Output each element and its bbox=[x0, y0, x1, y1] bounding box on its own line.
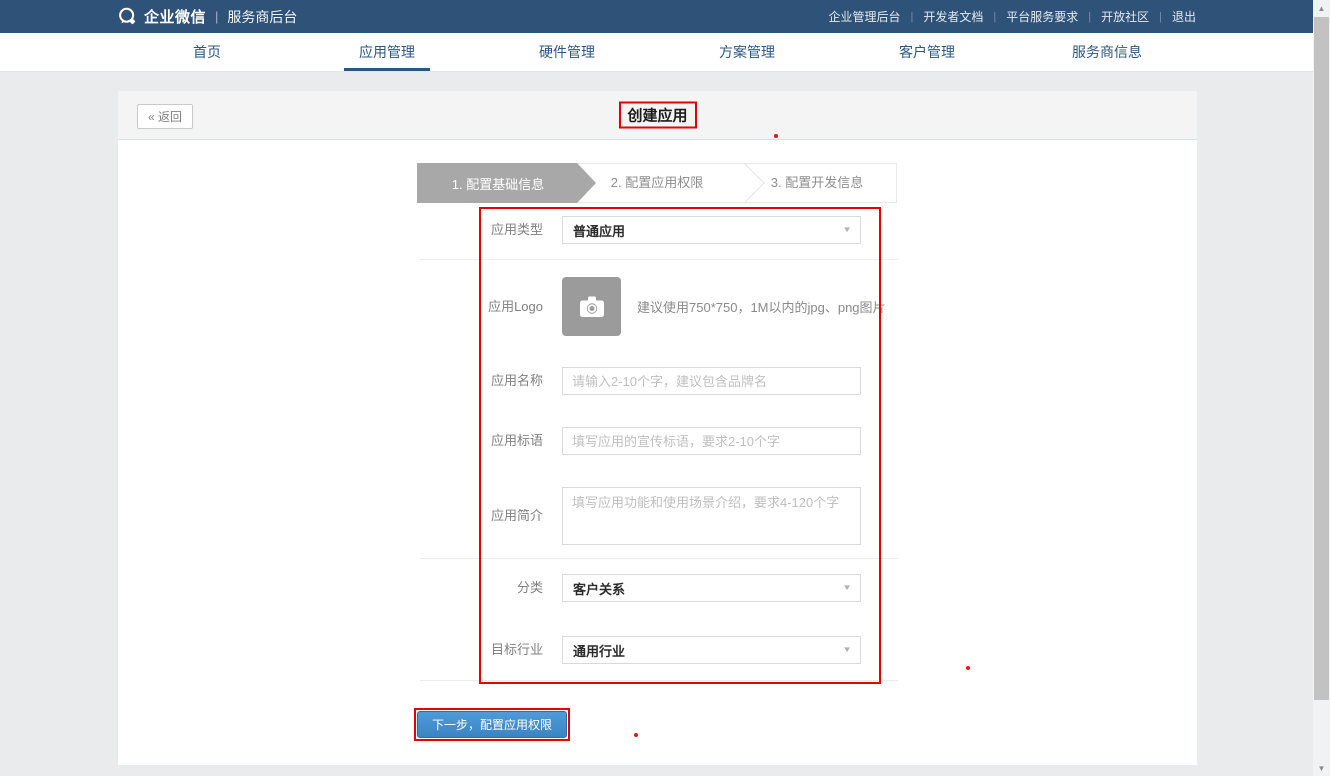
app-type-select[interactable]: 普通应用 ▼ bbox=[562, 216, 861, 244]
topbar-link-community[interactable]: 开放社区 bbox=[1101, 8, 1149, 25]
button-annotation-box: 下一步，配置应用权限 bbox=[414, 708, 570, 741]
nav-tabs: 首页 应用管理 硬件管理 方案管理 客户管理 服务商信息 bbox=[117, 33, 1197, 71]
create-app-card: « 返回 创建应用 1. 配置基础信息 2. 配置应用权限 3. 配置开发信息 … bbox=[118, 91, 1197, 765]
tab-home[interactable]: 首页 bbox=[117, 33, 297, 71]
wechat-work-logo-icon bbox=[117, 7, 138, 26]
logo-upload-button[interactable] bbox=[562, 277, 621, 336]
step-wizard: 1. 配置基础信息 2. 配置应用权限 3. 配置开发信息 bbox=[417, 163, 897, 203]
chevron-down-icon: ▼ bbox=[842, 584, 852, 593]
card-header: « 返回 创建应用 bbox=[118, 91, 1197, 140]
category-value: 客户关系 bbox=[573, 579, 625, 598]
app-type-value: 普通应用 bbox=[573, 221, 625, 240]
page-content: « 返回 创建应用 1. 配置基础信息 2. 配置应用权限 3. 配置开发信息 … bbox=[0, 72, 1313, 776]
app-name-input[interactable] bbox=[562, 367, 861, 395]
topbar-link-separator: | bbox=[993, 11, 996, 23]
tab-app-management[interactable]: 应用管理 bbox=[297, 33, 477, 71]
wizard-step-app-permissions: 2. 配置应用权限 bbox=[577, 163, 737, 203]
portal-name: 服务商后台 bbox=[227, 7, 297, 27]
tab-customer-management[interactable]: 客户管理 bbox=[837, 33, 1017, 71]
slogan-label: 应用标语 bbox=[343, 427, 543, 455]
logo-hint-text: 建议使用750*750，1M以内的jpg、png图片 bbox=[637, 277, 886, 336]
back-button[interactable]: « 返回 bbox=[137, 104, 193, 129]
red-annotation-dot bbox=[966, 666, 970, 670]
tab-label: 硬件管理 bbox=[539, 42, 595, 62]
topbar-link-separator: | bbox=[1088, 11, 1091, 23]
category-select[interactable]: 客户关系 ▼ bbox=[562, 574, 861, 602]
row-divider bbox=[420, 558, 898, 559]
tab-solution-management[interactable]: 方案管理 bbox=[657, 33, 837, 71]
intro-label: 应用简介 bbox=[343, 487, 543, 545]
scroll-down-arrow-icon[interactable]: ▼ bbox=[1313, 760, 1330, 776]
app-name-label: 应用名称 bbox=[343, 367, 543, 395]
camera-icon bbox=[578, 294, 606, 320]
vertical-scrollbar[interactable]: ▲ ▼ bbox=[1313, 0, 1330, 776]
topbar-link-separator: | bbox=[911, 11, 914, 23]
topbar-links: 企业管理后台 | 开发者文档 | 平台服务要求 | 开放社区 | 退出 bbox=[828, 8, 1196, 25]
main-nav: 首页 应用管理 硬件管理 方案管理 客户管理 服务商信息 bbox=[0, 33, 1313, 72]
chevron-down-icon: ▼ bbox=[842, 226, 852, 235]
app-type-label: 应用类型 bbox=[343, 216, 543, 244]
chevron-down-icon: ▼ bbox=[842, 646, 852, 655]
row-divider bbox=[420, 680, 898, 681]
scrollbar-thumb[interactable] bbox=[1314, 17, 1329, 700]
tab-hardware-management[interactable]: 硬件管理 bbox=[477, 33, 657, 71]
brand-separator: | bbox=[215, 9, 218, 24]
topbar-link-logout[interactable]: 退出 bbox=[1172, 8, 1196, 25]
red-annotation-dot bbox=[634, 733, 638, 737]
topbar-link-dev-docs[interactable]: 开发者文档 bbox=[923, 8, 983, 25]
row-divider bbox=[420, 259, 898, 260]
tab-provider-info[interactable]: 服务商信息 bbox=[1017, 33, 1197, 71]
industry-label: 目标行业 bbox=[343, 636, 543, 664]
topbar: 企业微信 | 服务商后台 企业管理后台 | 开发者文档 | 平台服务要求 | 开… bbox=[0, 0, 1313, 33]
active-tab-underline bbox=[344, 68, 430, 71]
title-annotation-box: 创建应用 bbox=[618, 102, 696, 129]
next-step-button[interactable]: 下一步，配置应用权限 bbox=[417, 711, 567, 738]
app-logo-label: 应用Logo bbox=[343, 277, 543, 336]
topbar-link-admin[interactable]: 企业管理后台 bbox=[828, 8, 900, 25]
tab-label: 方案管理 bbox=[719, 42, 775, 62]
tab-label: 首页 bbox=[193, 42, 221, 62]
wizard-step-dev-info: 3. 配置开发信息 bbox=[737, 163, 897, 203]
brand: 企业微信 | 服务商后台 bbox=[117, 6, 297, 27]
card-body: 1. 配置基础信息 2. 配置应用权限 3. 配置开发信息 应用类型 普通应用 … bbox=[118, 140, 1197, 764]
category-label: 分类 bbox=[343, 574, 543, 602]
tab-label: 服务商信息 bbox=[1072, 42, 1142, 62]
tab-label: 应用管理 bbox=[359, 42, 415, 62]
intro-textarea[interactable] bbox=[562, 487, 861, 545]
wizard-step-basic-info: 1. 配置基础信息 bbox=[417, 163, 596, 203]
industry-select[interactable]: 通用行业 ▼ bbox=[562, 636, 861, 664]
scroll-up-arrow-icon[interactable]: ▲ bbox=[1313, 0, 1330, 16]
topbar-link-platform-requirements[interactable]: 平台服务要求 bbox=[1006, 8, 1078, 25]
topbar-link-separator: | bbox=[1159, 11, 1162, 23]
brand-name: 企业微信 bbox=[144, 6, 206, 27]
red-annotation-dot bbox=[774, 134, 778, 138]
slogan-input[interactable] bbox=[562, 427, 861, 455]
app-window: 企业微信 | 服务商后台 企业管理后台 | 开发者文档 | 平台服务要求 | 开… bbox=[0, 0, 1330, 776]
industry-value: 通用行业 bbox=[573, 641, 625, 660]
tab-label: 客户管理 bbox=[899, 42, 955, 62]
page-title: 创建应用 bbox=[627, 105, 687, 126]
